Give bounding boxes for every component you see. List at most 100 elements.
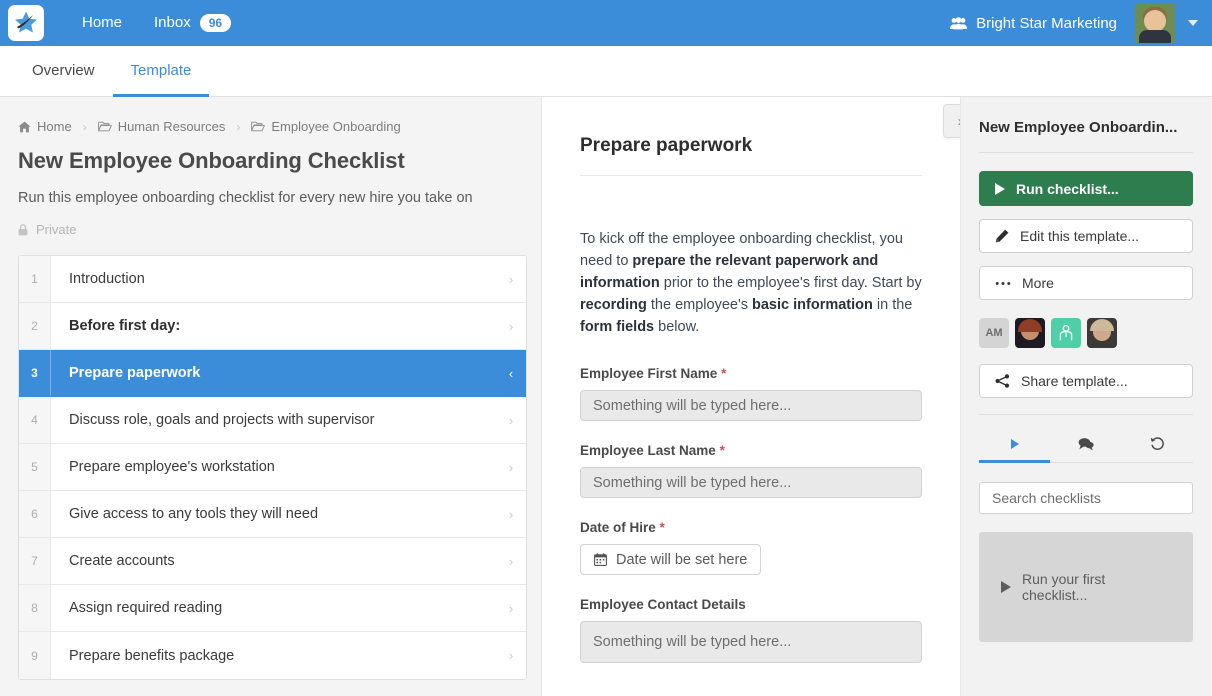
task-number: 2 [19,303,51,349]
more-button[interactable]: More [979,266,1193,300]
task-label: Assign required reading [69,600,223,616]
run-first-checklist-empty-state[interactable]: Run your first checklist... [979,532,1193,642]
task-number: 5 [19,444,51,490]
collapse-panel-toggle[interactable]: › [943,104,960,138]
employee-first-name-input[interactable]: Something will be typed here... [580,390,922,422]
share-template-button[interactable]: Share template... [979,364,1193,398]
organization-switcher[interactable]: Bright Star Marketing [950,15,1117,32]
star-logo-icon [15,11,37,33]
member-avatar-photo[interactable] [1087,318,1117,348]
task-label: Prepare benefits package [69,647,235,664]
tab-comments[interactable] [1050,427,1121,463]
tab-checklists[interactable] [979,427,1051,463]
chevron-right-icon: › [508,271,514,287]
avatar-face [1144,10,1166,32]
users-group-icon [950,16,968,29]
breadcrumb-item-employee-onboarding[interactable]: Employee Onboarding [251,119,401,134]
divider [979,414,1193,415]
share-icon [995,374,1010,388]
run-checklist-button[interactable]: Run checklist... [979,171,1193,206]
tab-activity-history[interactable] [1122,427,1193,463]
chevron-right-icon: › [508,648,514,663]
run-first-checklist-label: Run your first checklist... [1022,571,1106,603]
share-template-label: Share template... [1021,373,1128,389]
nav-inbox-link[interactable]: Inbox 96 [138,0,247,46]
member-avatar-placeholder[interactable] [1051,318,1081,348]
chevron-down-icon[interactable] [1188,20,1198,26]
task-row[interactable]: 4 Discuss role, goals and projects with … [19,397,526,444]
task-label: Prepare paperwork [69,365,201,381]
task-row[interactable]: 2 Before first day: › [19,303,526,350]
chevron-right-icon: › [508,412,514,428]
member-avatar-photo[interactable] [1015,318,1045,348]
right-panel-title: New Employee Onboardin... [979,119,1193,153]
checklist-task-list: 1 Introduction › 2 Before first day: › 3… [18,255,527,680]
task-label: Give access to any tools they will need [69,506,319,522]
folder-icon [251,121,266,132]
tab-overview[interactable]: Overview [14,46,113,97]
task-label: Create accounts [69,553,175,569]
chevron-right-icon: › [508,553,514,569]
breadcrumb-item-home[interactable]: Home [18,119,72,134]
task-row[interactable]: 5 Prepare employee's workstation › [19,444,526,491]
nav-home-link[interactable]: Home [66,0,138,46]
chevron-right-icon: › [508,506,514,522]
task-row[interactable]: 7 Create accounts › [19,538,526,585]
left-panel: Home › Human Resources › Employee Onboar… [0,97,541,696]
pencil-icon [995,229,1009,243]
privacy-label: Private [36,222,77,237]
task-label: Introduction [69,271,145,287]
play-icon [1010,438,1019,449]
chevron-left-icon: ‹ [508,365,514,381]
task-row[interactable]: 1 Introduction › [19,256,526,303]
step-title: Prepare paperwork [580,135,922,176]
field-label-text: Employee Last Name [580,443,716,459]
task-number: 1 [19,256,51,302]
nav-inbox-label: Inbox [154,14,191,31]
task-label: Discuss role, goals and projects with su… [69,412,375,428]
task-row-selected[interactable]: 3 Prepare paperwork ‹ [19,350,526,397]
field-label: Date of Hire * [580,520,922,535]
top-nav-right-group: Bright Star Marketing [950,3,1198,43]
field-label-text: Employee First Name [580,366,718,382]
privacy-status: Private [18,222,527,237]
user-avatar[interactable] [1135,3,1175,43]
task-label: Before first day: [69,318,181,334]
search-checklists-input[interactable]: Search checklists [979,482,1193,514]
right-panel: New Employee Onboardin... Run checklist.… [961,97,1211,696]
task-number: 6 [19,491,51,537]
member-avatar-initials[interactable]: AM [979,318,1009,348]
ellipsis-icon [995,281,1011,285]
page-description: Run this employee onboarding checklist f… [18,190,473,206]
task-row[interactable]: 8 Assign required reading › [19,585,526,632]
form-field-employee-first-name: Employee First Name * Something will be … [580,366,922,422]
field-label: Employee Last Name * [580,443,922,458]
required-marker: * [715,443,725,459]
app-logo[interactable] [8,5,44,41]
field-label: Employee Contact Details [580,597,922,612]
date-of-hire-input[interactable]: Date will be set here [580,544,762,576]
breadcrumb-item-human-resources[interactable]: Human Resources [97,119,225,134]
person-silhouette-icon [1059,324,1073,341]
breadcrumb-onboarding-label: Employee Onboarding [271,119,401,134]
history-icon [1150,437,1164,450]
comments-icon [1078,437,1094,450]
edit-template-button[interactable]: Edit this template... [979,219,1193,253]
employee-last-name-input[interactable]: Something will be typed here... [580,467,922,499]
field-label-text: Employee Contact Details [580,597,746,613]
required-marker: * [717,366,727,382]
tab-template[interactable]: Template [112,46,210,97]
breadcrumb-separator: › [82,119,87,134]
center-panel: › Prepare paperwork To kick off the empl… [541,97,961,696]
form-field-employee-contact-details: Employee Contact Details Something will … [580,597,922,664]
task-row[interactable]: 6 Give access to any tools they will nee… [19,491,526,538]
date-input-placeholder: Date will be set here [616,551,748,568]
task-row[interactable]: 9 Prepare benefits package › [19,632,526,679]
chevron-right-icon: › [508,600,514,616]
employee-contact-details-input[interactable]: Something will be typed here... [580,621,922,664]
breadcrumb-separator: › [236,119,241,134]
home-icon [18,121,31,132]
page-title: New Employee Onboarding Checklist [18,148,405,173]
form-field-employee-last-name: Employee Last Name * Something will be t… [580,443,922,499]
task-number: 7 [19,538,51,584]
